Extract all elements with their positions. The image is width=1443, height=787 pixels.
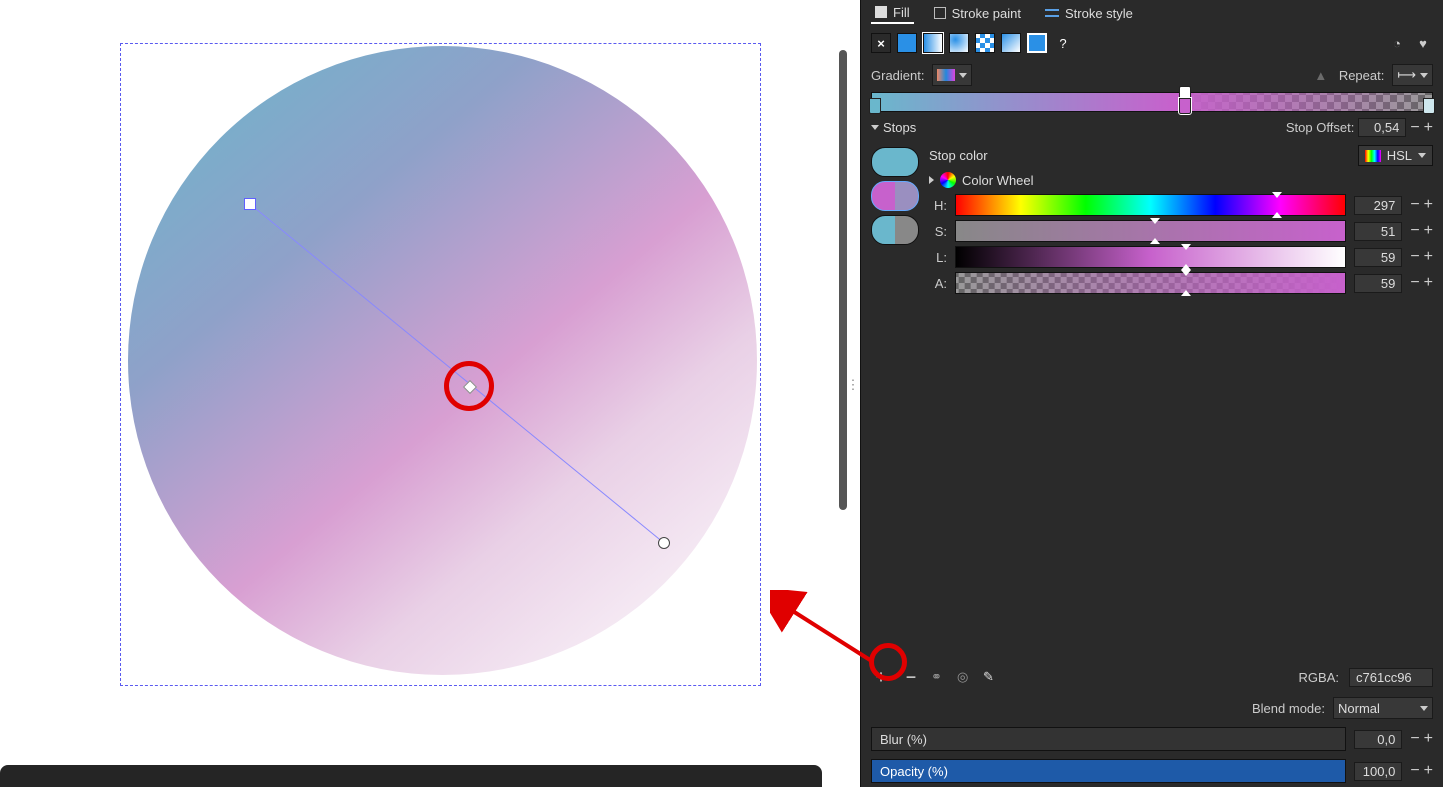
gradient-vector-line <box>0 0 860 760</box>
plus-icon: + <box>1424 122 1433 134</box>
x-icon: × <box>877 36 885 51</box>
stop-list <box>871 143 919 296</box>
repeat-label: Repeat: <box>1339 68 1385 83</box>
alpha-value[interactable]: 59 <box>1354 274 1402 293</box>
gradient-preview-icon <box>937 69 955 81</box>
stop-offset-input[interactable]: 0,54 <box>1358 118 1406 137</box>
s-label: S: <box>929 224 947 239</box>
blend-mode-value: Normal <box>1338 701 1380 716</box>
gradient-stop-handle-1[interactable] <box>1179 98 1191 114</box>
colorwheel-expand-icon[interactable] <box>929 176 934 184</box>
paint-none-button[interactable]: × <box>871 33 891 53</box>
repeat-select[interactable]: ⟼ <box>1392 64 1433 86</box>
stop-item-0[interactable] <box>871 147 919 177</box>
fill-stroke-panel: ⋮ Fill Stroke paint Stroke style × ? <box>860 0 1443 787</box>
tab-stroke-style[interactable]: Stroke style <box>1041 4 1137 23</box>
light-value[interactable]: 59 <box>1354 248 1402 267</box>
color-wheel-icon <box>940 172 956 188</box>
sat-value[interactable]: 51 <box>1354 222 1402 241</box>
blend-mode-select[interactable]: Normal <box>1333 697 1433 719</box>
reverse-gradient-button[interactable]: ▲ <box>1311 65 1331 85</box>
paint-unknown-button[interactable]: ? <box>1053 33 1073 53</box>
canvas[interactable] <box>0 0 860 787</box>
stop-item-1[interactable] <box>871 181 919 211</box>
stops-collapse-icon[interactable] <box>871 125 879 130</box>
paint-linear-button[interactable] <box>923 33 943 53</box>
opacity-input[interactable]: Opacity (%) <box>871 759 1346 783</box>
opacity-spinner[interactable]: −+ <box>1410 765 1433 777</box>
chevron-down-icon <box>1418 153 1426 158</box>
alpha-slider[interactable] <box>955 272 1346 294</box>
panel-resize-grip[interactable]: ⋮ <box>848 370 858 400</box>
link-icon[interactable]: ⚭ <box>931 669 947 685</box>
rgba-label: RGBA: <box>1299 670 1339 685</box>
blur-label: Blur (%) <box>880 732 927 747</box>
light-slider[interactable] <box>955 246 1346 268</box>
tab-stroke-paint[interactable]: Stroke paint <box>930 4 1025 23</box>
tab-fill[interactable]: Fill <box>871 3 914 24</box>
chevron-down-icon <box>1420 706 1428 711</box>
hue-slider[interactable] <box>955 194 1346 216</box>
h-label: H: <box>929 198 947 213</box>
color-model-icon <box>1365 150 1381 162</box>
chevron-down-icon <box>1420 73 1428 78</box>
light-spinner[interactable]: −+ <box>1410 251 1433 263</box>
hue-spinner[interactable]: −+ <box>1410 199 1433 211</box>
stroke-style-icon <box>1045 7 1059 19</box>
l-label: L: <box>929 250 947 265</box>
blur-spinner[interactable]: −+ <box>1410 733 1433 745</box>
question-icon: ? <box>1059 36 1066 51</box>
add-stop-button[interactable]: + <box>871 667 891 687</box>
eyedropper-icon[interactable]: ✎ <box>983 669 999 685</box>
gradient-strip[interactable] <box>871 92 1433 112</box>
blend-label: Blend mode: <box>1252 701 1325 716</box>
target-icon[interactable]: ◎ <box>957 669 973 685</box>
color-model-value: HSL <box>1387 148 1412 163</box>
hole-icon[interactable]: ◔ <box>1387 33 1407 53</box>
color-model-select[interactable]: HSL <box>1358 145 1433 166</box>
paint-pattern-button[interactable] <box>975 33 995 53</box>
a-label: A: <box>929 276 947 291</box>
chevron-down-icon <box>959 73 967 78</box>
gradient-end-handle[interactable] <box>658 537 670 549</box>
alpha-spinner[interactable]: −+ <box>1410 277 1433 289</box>
hue-value[interactable]: 297 <box>1354 196 1402 215</box>
stroke-paint-icon <box>934 7 946 19</box>
sat-spinner[interactable]: −+ <box>1410 225 1433 237</box>
stop-color-label: Stop color <box>929 148 988 163</box>
tab-stroke-paint-label: Stroke paint <box>952 6 1021 21</box>
blur-value[interactable]: 0,0 <box>1354 730 1402 749</box>
canvas-scrollbar[interactable] <box>839 50 847 510</box>
opacity-label: Opacity (%) <box>880 764 948 779</box>
stop-offset-label: Stop Offset: <box>1286 120 1354 135</box>
gradient-select[interactable] <box>932 64 972 86</box>
paint-swatch-button[interactable] <box>1027 33 1047 53</box>
paint-flat-button[interactable] <box>897 33 917 53</box>
repeat-none-icon: ⟼ <box>1397 67 1416 83</box>
stop-offset-spinner[interactable]: −+ <box>1410 122 1433 134</box>
stops-header: Stops <box>883 120 916 135</box>
paint-mesh-button[interactable] <box>1001 33 1021 53</box>
paint-radial-button[interactable] <box>949 33 969 53</box>
fill-icon <box>875 6 887 18</box>
tab-fill-label: Fill <box>893 5 910 20</box>
gradient-stop-handle-2[interactable] <box>1423 98 1435 114</box>
remove-stop-button[interactable]: − <box>901 667 921 687</box>
tab-stroke-style-label: Stroke style <box>1065 6 1133 21</box>
gradient-start-handle[interactable] <box>244 198 256 210</box>
minus-icon: − <box>1410 122 1419 134</box>
gradient-label: Gradient: <box>871 68 924 83</box>
color-wheel-label: Color Wheel <box>962 173 1034 188</box>
opacity-value[interactable]: 100,0 <box>1354 762 1402 781</box>
canvas-footer-bar <box>0 765 822 787</box>
stop-item-2[interactable] <box>871 215 919 245</box>
blur-input[interactable]: Blur (%) <box>871 727 1346 751</box>
sat-slider[interactable] <box>955 220 1346 242</box>
rgba-input[interactable]: c761cc96 <box>1349 668 1433 687</box>
shield-icon[interactable]: ♥ <box>1413 33 1433 53</box>
gradient-stop-handle-0[interactable] <box>869 98 881 114</box>
